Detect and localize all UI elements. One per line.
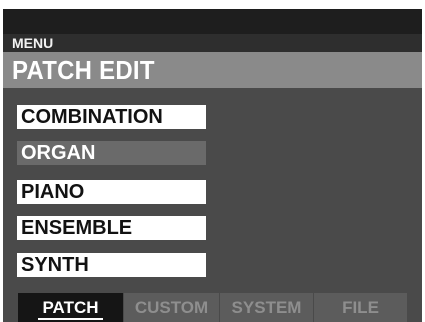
lcd-screen: MENU PATCH EDIT COMBINATION ORGAN PIANO … — [3, 9, 422, 322]
menu-header: MENU — [3, 34, 422, 52]
menu-item-ensemble[interactable]: ENSEMBLE — [17, 216, 206, 240]
menu-item-organ[interactable]: ORGAN — [17, 141, 206, 165]
tab-custom[interactable]: CUSTOM — [124, 293, 219, 322]
menu-item-label: ORGAN — [21, 142, 96, 164]
tab-system[interactable]: SYSTEM — [220, 293, 313, 322]
tab-bar: PATCH CUSTOM SYSTEM FILE — [3, 293, 422, 322]
tab-file[interactable]: FILE — [314, 293, 407, 322]
menu-item-combination[interactable]: COMBINATION — [17, 105, 206, 129]
tab-label: PATCH — [38, 298, 103, 320]
menu-item-label: SYNTH — [21, 254, 89, 276]
tab-patch[interactable]: PATCH — [18, 293, 123, 322]
menu-item-synth[interactable]: SYNTH — [17, 253, 206, 277]
page-title-bar: PATCH EDIT — [3, 52, 422, 88]
tab-label: FILE — [342, 298, 379, 317]
top-bar — [3, 9, 422, 34]
menu-item-label: PIANO — [21, 181, 85, 203]
tab-label: SYSTEM — [231, 298, 302, 317]
tab-label: CUSTOM — [134, 298, 209, 317]
menu-item-label: ENSEMBLE — [21, 217, 133, 239]
page-title: PATCH EDIT — [12, 55, 155, 85]
menu-item-label: COMBINATION — [21, 106, 163, 128]
menu-label: MENU — [12, 35, 54, 51]
menu-item-piano[interactable]: PIANO — [17, 180, 206, 204]
